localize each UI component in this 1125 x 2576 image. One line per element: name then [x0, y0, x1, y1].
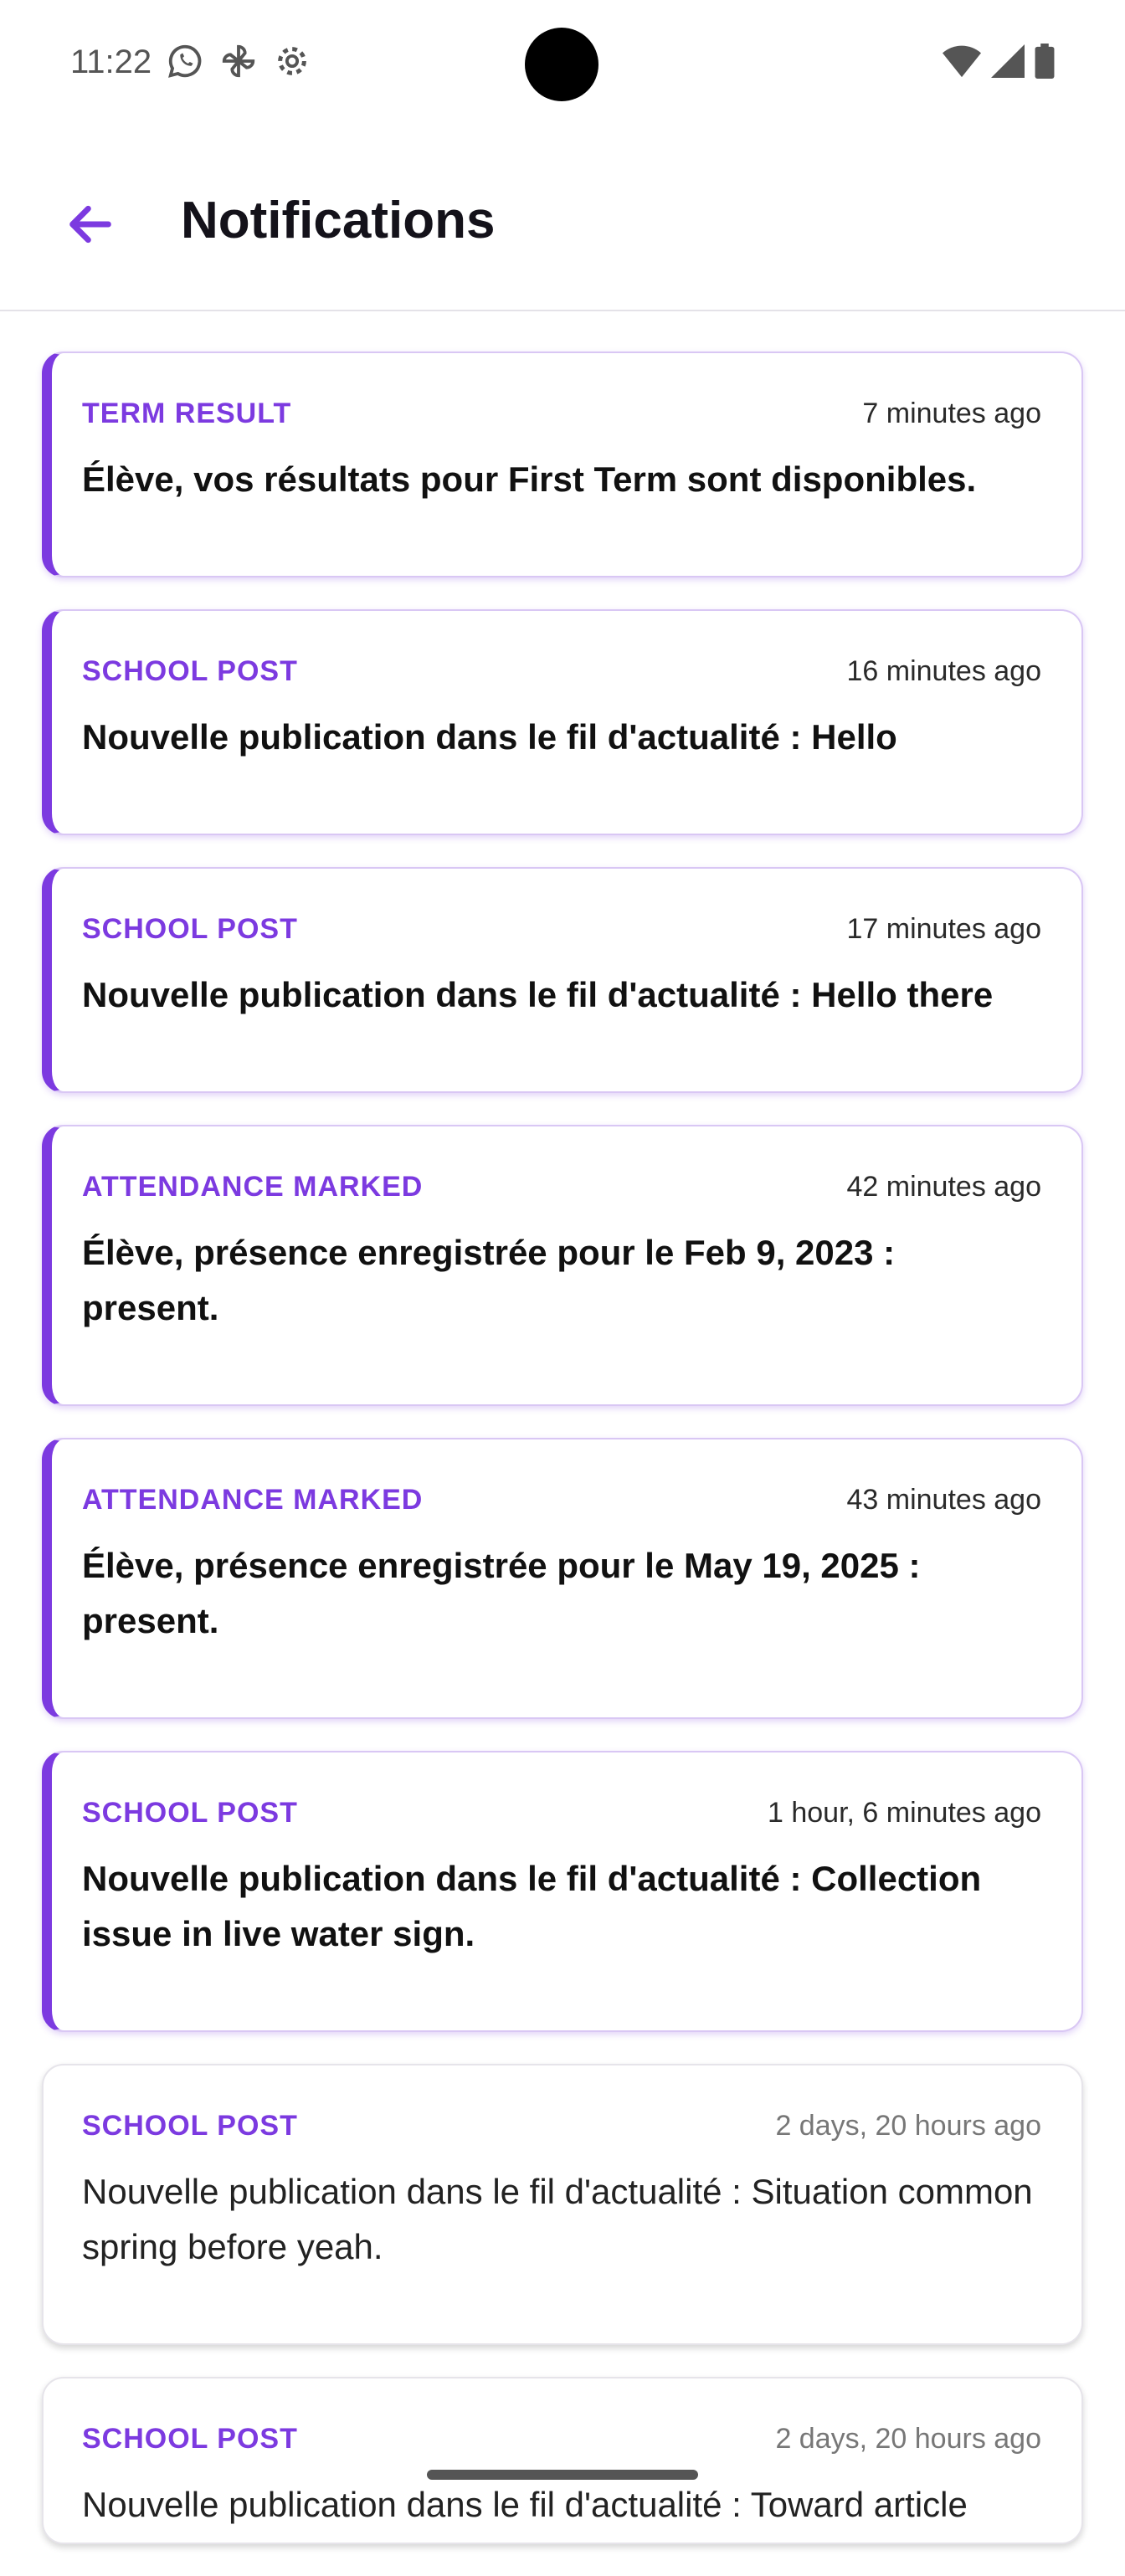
notification-message: Élève, présence enregistrée pour le Feb …: [82, 1233, 896, 1327]
notification-card[interactable]: SCHOOL POST 2 days, 20 hours ago Nouvelle…: [42, 2064, 1083, 2345]
notification-time: 7 minutes ago: [862, 397, 1041, 429]
arrow-back-icon: [69, 205, 111, 244]
notification-message: Nouvelle publication dans le fil d'actua…: [82, 2172, 1033, 2266]
back-button[interactable]: [50, 184, 131, 264]
notification-type: ATTENDANCE MARKED: [82, 1170, 424, 1203]
notification-time: 2 days, 20 hours ago: [775, 2109, 1041, 2142]
status-icons-left: [166, 42, 311, 80]
notification-message: Nouvelle publication dans le fil d'actua…: [82, 975, 994, 1014]
notification-message: Élève, présence enregistrée pour le May …: [82, 1546, 921, 1640]
notification-message: Nouvelle publication dans le fil d'actua…: [82, 717, 897, 757]
notification-message: Élève, vos résultats pour First Term son…: [82, 459, 977, 499]
whatsapp-icon: [168, 44, 202, 78]
notification-time: 1 hour, 6 minutes ago: [767, 1796, 1041, 1829]
notification-time: 17 minutes ago: [846, 912, 1042, 945]
notification-message: Nouvelle publication dans le fil d'actua…: [82, 2485, 968, 2524]
notification-card[interactable]: SCHOOL POST 17 minutes ago Nouvelle publi…: [42, 867, 1083, 1093]
wifi-icon: [943, 45, 981, 78]
home-indicator[interactable]: [427, 2470, 698, 2480]
notification-time: 16 minutes ago: [846, 654, 1042, 687]
camera-cutout: [525, 28, 598, 101]
battery-icon: [1035, 44, 1055, 79]
status-icons-right: [943, 44, 1055, 79]
pinwheel-icon: [222, 44, 255, 78]
settings-icon: [278, 47, 306, 75]
notification-type: SCHOOL POST: [82, 1796, 298, 1829]
notification-card[interactable]: SCHOOL POST 1 hour, 6 minutes ago Nouvell…: [42, 1751, 1083, 2032]
notification-time: 2 days, 20 hours ago: [775, 2422, 1041, 2455]
notification-card[interactable]: SCHOOL POST 2 days, 20 hours ago Nouvelle…: [42, 2377, 1083, 2544]
notification-card[interactable]: SCHOOL POST 16 minutes ago Nouvelle publi…: [42, 609, 1083, 835]
status-bar: 11:22: [0, 0, 1125, 126]
notification-card[interactable]: TERM RESULT 7 minutes ago Élève, vos résu…: [42, 352, 1083, 577]
notification-type: SCHOOL POST: [82, 2109, 298, 2142]
page-title: Notifications: [181, 192, 496, 249]
notification-card[interactable]: ATTENDANCE MARKED 42 minutes ago Élève, p…: [42, 1125, 1083, 1406]
notification-type: SCHOOL POST: [82, 912, 298, 945]
notification-time: 42 minutes ago: [846, 1170, 1042, 1203]
notification-type: SCHOOL POST: [82, 654, 298, 687]
top-app-bar: Notifications: [0, 126, 1125, 311]
notification-type: ATTENDANCE MARKED: [82, 1483, 424, 1516]
status-time: 11:22: [70, 44, 152, 80]
notification-type: TERM RESULT: [82, 397, 292, 429]
notification-list[interactable]: TERM RESULT 7 minutes ago Élève, vos résu…: [42, 352, 1083, 2576]
notification-time: 43 minutes ago: [846, 1483, 1042, 1516]
notification-type: SCHOOL POST: [82, 2422, 298, 2455]
notification-message: Nouvelle publication dans le fil d'actua…: [82, 1859, 982, 1953]
signal-icon: [991, 44, 1025, 78]
notification-card[interactable]: ATTENDANCE MARKED 43 minutes ago Élève, p…: [42, 1438, 1083, 1719]
